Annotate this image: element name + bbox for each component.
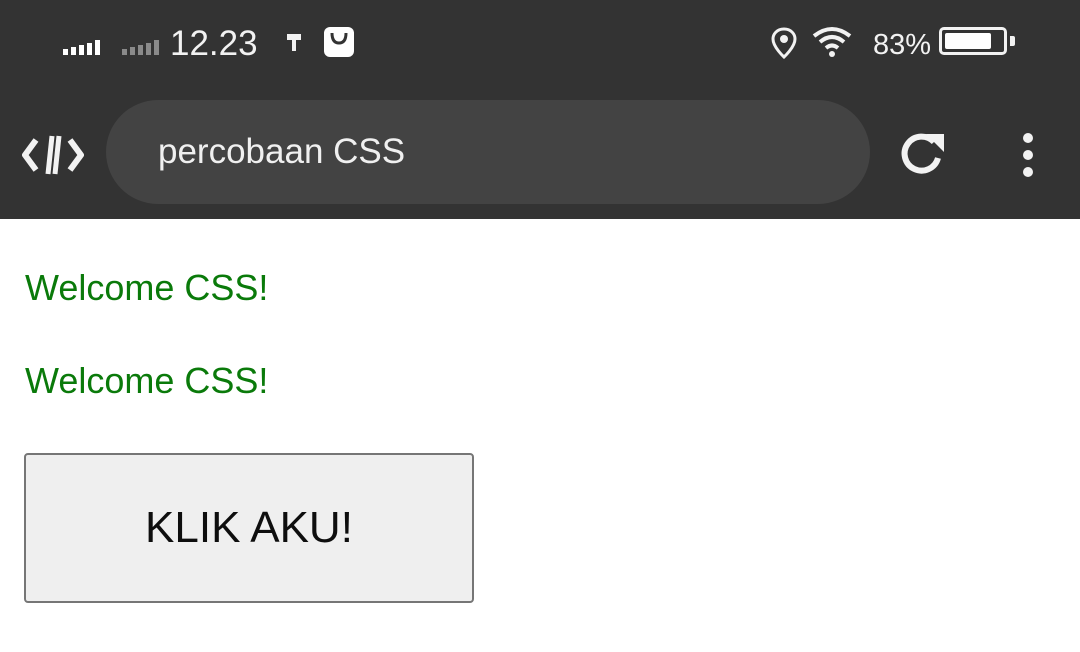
address-text: percobaan CSS bbox=[158, 132, 406, 171]
status-bar: 12.23 83% bbox=[0, 0, 1080, 88]
status-time: 12.23 bbox=[170, 24, 258, 63]
signal-weak-icon bbox=[122, 40, 159, 55]
battery-tip bbox=[1010, 36, 1015, 46]
wifi-icon bbox=[812, 27, 852, 57]
battery-level bbox=[945, 33, 992, 49]
code-editor-icon[interactable] bbox=[22, 132, 84, 178]
location-icon bbox=[771, 27, 797, 59]
klik-aku-button[interactable]: KLIK AKU! bbox=[24, 453, 474, 603]
usb-icon bbox=[287, 34, 301, 51]
welcome-text-1: Welcome CSS! bbox=[25, 267, 269, 308]
battery-percent: 83% bbox=[873, 29, 932, 61]
reload-icon[interactable] bbox=[898, 128, 948, 180]
address-bar[interactable]: percobaan CSS bbox=[106, 100, 870, 204]
more-vert-icon[interactable] bbox=[1015, 132, 1041, 178]
welcome-text-2: Welcome CSS! bbox=[25, 360, 269, 401]
shopping-bag-icon bbox=[324, 27, 354, 57]
battery-icon bbox=[939, 27, 1007, 55]
browser-chrome: 12.23 83% percobaan CSS bbox=[0, 0, 1080, 219]
signal-icon bbox=[63, 40, 100, 55]
